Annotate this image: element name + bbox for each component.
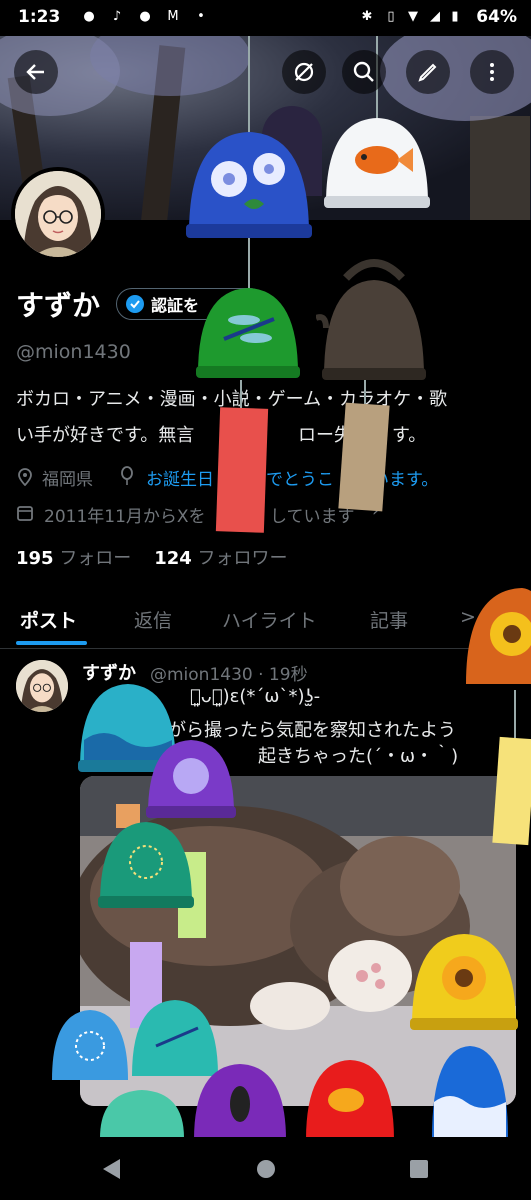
edit-icon [418,63,437,82]
wind-chime-sunflower [466,588,531,684]
tab-posts[interactable]: ポスト [20,606,77,633]
post-avatar[interactable] [16,660,68,712]
battery-percent: 64% [476,7,517,27]
followers-link[interactable]: 124 フォロワー [154,548,287,569]
notification-icon: ♪ [112,9,122,24]
more-icon [490,63,494,81]
following-link[interactable]: 195 フォロー [16,548,131,569]
search-icon [353,61,374,82]
edit-button[interactable] [406,50,450,94]
back-button[interactable] [14,50,58,94]
notification-icon: ● [83,9,95,24]
grok-button[interactable] [282,50,326,94]
status-bar: 1:23 ● ♪ ● M • ✱ ▯ ▼ ◢ ▮ 64% [0,0,531,36]
wind-chime-iron-bell [316,259,426,380]
home-circle-icon[interactable] [254,1157,278,1181]
bio-line: い手が好きです。無言 [16,425,195,446]
chime-string [514,690,516,740]
wind-chime-hydrangea [146,740,236,818]
grok-icon [294,62,314,82]
vibrate-icon: ▯ [387,9,395,24]
location-text: 福岡県 [42,470,93,490]
wind-chime-tag [338,402,390,512]
back-triangle-icon[interactable] [100,1157,122,1181]
avatar-illustration [16,660,68,712]
post-text: ・͈ᴗ・͈)ε(*´ω`*)ʖ̫- [190,686,321,707]
battery-icon: ▮ [451,9,459,24]
followers-label: フォロワー [197,548,288,569]
wind-chime-goldfish [306,1060,394,1140]
dot-icon: • [197,9,205,24]
display-name: すずか [16,289,101,322]
post-text: 起きちゃった(´・ω・｀) [258,746,459,767]
building [470,116,530,220]
wind-chime-goldfish [324,118,430,208]
chime-string [248,238,250,290]
wind-chime-fireworks [98,822,194,908]
calendar-icon [17,506,33,521]
system-nav-bar [0,1137,531,1200]
notification-icon: ● [139,9,151,24]
verified-badge-icon [126,295,144,313]
verify-label: 認証を [151,296,200,315]
wind-chime-fireworks [52,1010,128,1080]
chime-string [240,380,242,410]
wind-chime-dragonfly [196,288,300,378]
birthday-link[interactable]: でとうこ [266,465,334,490]
tab-indicator [16,641,87,645]
status-time: 1:23 [18,7,61,27]
mail-icon: M [167,9,179,24]
more-button[interactable] [470,50,514,94]
joined-date: 2011年11月からXを [44,507,206,527]
wind-chime-tag [492,736,531,846]
tab-articles[interactable]: 記事 [370,606,408,633]
signal-icon: ◢ [430,9,440,24]
avatar[interactable] [11,167,105,261]
bluetooth-icon: ✱ [361,9,373,24]
recents-square-icon[interactable] [408,1158,430,1180]
bio-line: す。 [392,425,427,446]
back-arrow-icon [26,64,44,80]
profile-handle: @mion1430 [16,341,131,363]
wifi-icon: ▼ [408,9,418,24]
birthday-link[interactable]: お誕生日 [146,465,214,490]
wind-chime-fireworks [100,1090,184,1138]
tab-highlights[interactable]: ハイライト [222,606,317,633]
tab-replies[interactable]: 返信 [134,606,172,633]
wind-chime-morning-glory [186,132,312,238]
search-button[interactable] [342,50,386,94]
avatar-illustration [15,171,101,257]
balloon-icon [121,466,133,485]
wind-chime-sunflower [410,934,518,1030]
follow-stats: 195 フォロー 124 フォロワー [16,544,288,570]
location-icon [18,468,32,486]
following-count: 195 [16,548,54,569]
wind-chime-tag [215,407,269,533]
wind-chime-cicada [194,1064,286,1140]
following-label: フォロー [59,548,132,569]
followers-count: 124 [154,548,192,569]
wind-chime-waves [432,1046,508,1138]
chime-string [248,36,250,136]
